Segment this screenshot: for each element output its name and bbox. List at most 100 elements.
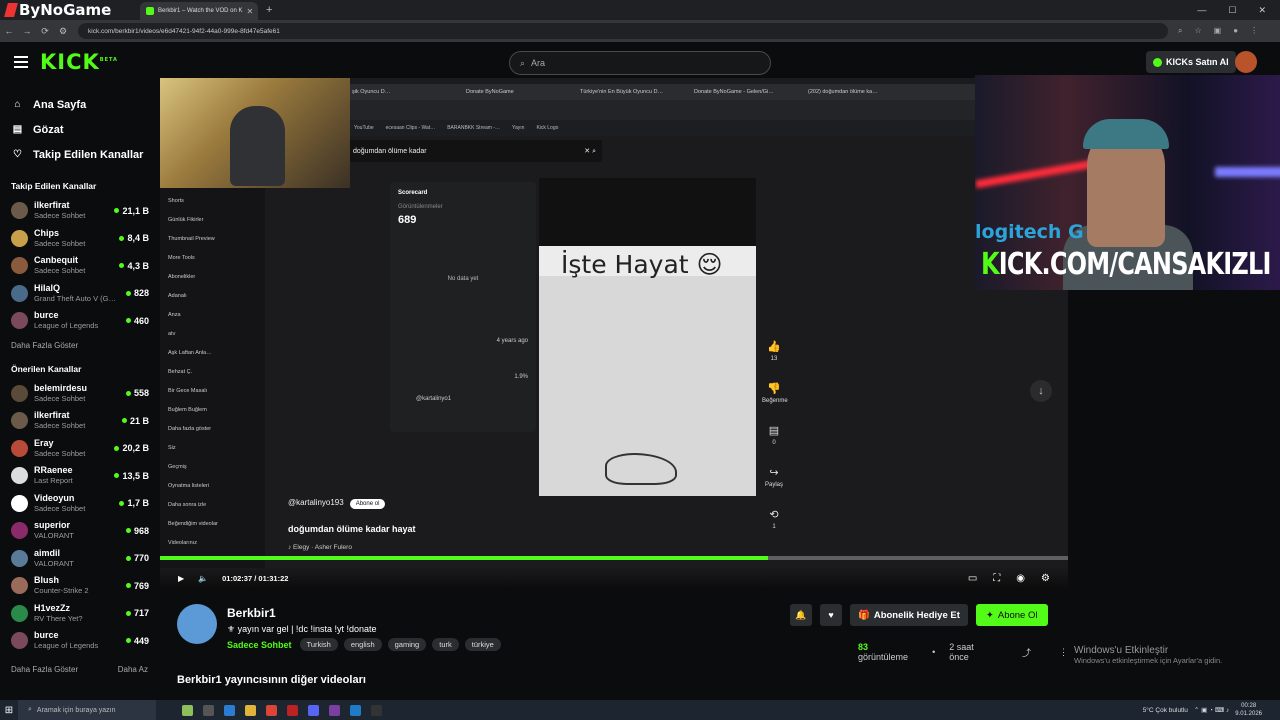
url-field[interactable]: kick.com/berkbir1/videos/e6d47421-94f2-4… — [78, 23, 1168, 39]
hamburger-menu-icon[interactable] — [14, 56, 28, 68]
weather[interactable]: 5°C Çok bulutlu — [1143, 707, 1188, 714]
site-info-icon[interactable]: ⚙ — [54, 26, 72, 37]
channel-avatar[interactable] — [177, 604, 217, 644]
scorecard-user: @kartalinyo1 — [416, 396, 452, 402]
channel-item[interactable]: HilalQ Grand Theft Auto V (G… 828 — [0, 280, 158, 308]
follow-heart-icon[interactable]: ♥ — [820, 604, 842, 626]
streamer-figure — [230, 106, 285, 186]
channel-item[interactable]: superior VALORANT 968 — [0, 517, 158, 545]
nav-label: Takip Edilen Kanallar — [33, 148, 144, 161]
extensions-icon[interactable]: ▣ — [1214, 26, 1222, 36]
taskbar-search[interactable]: ⌕ Aramak için buraya yazın — [18, 700, 156, 720]
notification-bell-icon[interactable]: 🔔 — [790, 604, 812, 626]
tag-chip[interactable]: turk — [432, 638, 459, 651]
progress-bar[interactable] — [160, 556, 1068, 560]
channel-category: Sadece Sohbet — [34, 238, 86, 248]
pip-icon[interactable]: ◉ — [1016, 573, 1025, 584]
steam-icon[interactable] — [350, 704, 361, 716]
live-dot-icon — [125, 555, 131, 561]
live-dot-icon — [125, 528, 131, 534]
live-dot-icon — [125, 390, 131, 396]
tag-chip[interactable]: english — [343, 638, 382, 651]
window-controls: — ☐ ✕ — [1197, 5, 1280, 16]
app-icon[interactable] — [329, 704, 340, 716]
back-icon[interactable]: ← — [0, 26, 18, 36]
rail-label: Paylaş — [764, 482, 783, 488]
channel-item[interactable]: Eray Sadece Sohbet 20,2 B — [0, 435, 158, 463]
reload-icon[interactable]: ⟳ — [36, 26, 54, 37]
theater-icon[interactable]: ▭ — [968, 573, 977, 584]
obs-icon[interactable] — [287, 704, 298, 716]
video-player[interactable]: şik Oyuncu D… Donate ByNoGame Türkiye'nin … — [160, 78, 1068, 590]
channel-item[interactable]: ilkerfirat Sadece Sohbet 21,1 B — [0, 197, 158, 225]
subscribe-button[interactable]: ✦ Abone Ol — [975, 604, 1048, 626]
channel-item[interactable]: RRaenee Last Report 13,5 B — [0, 462, 158, 490]
category-link[interactable]: Sadece Sohbet — [227, 640, 292, 650]
tray-icons[interactable]: ⌃ ▣ ◔ ⌨ ♪ — [1194, 706, 1229, 714]
settings-icon[interactable]: ⚙ — [1041, 573, 1050, 584]
user-avatar[interactable] — [1235, 51, 1257, 73]
maximize-icon[interactable]: ☐ — [1228, 5, 1236, 16]
share-icon[interactable]: ⤴ — [1022, 646, 1031, 659]
channel-item[interactable]: belemirdesu Sadece Sohbet 558 — [0, 380, 158, 408]
new-tab-button[interactable]: + — [258, 4, 280, 16]
nav-home[interactable]: ⌂ Ana Sayfa — [12, 92, 158, 117]
inner-address-bar — [350, 100, 1068, 120]
nav-following[interactable]: ♡ Takip Edilen Kanallar — [12, 142, 158, 167]
forward-icon[interactable]: → — [18, 26, 36, 36]
channel-item[interactable]: Videoyun Sadece Sohbet 1,7 B — [0, 490, 158, 518]
views-count: 83 — [858, 642, 869, 652]
fullscreen-icon[interactable]: ⛶ — [993, 573, 1000, 584]
profile-icon[interactable]: ● — [1233, 26, 1238, 36]
scorecard-panel: Scorecard Görüntülenmeler 689 No data ye… — [390, 182, 536, 432]
channel-item[interactable]: Chips Sadece Sohbet 8,4 B — [0, 225, 158, 253]
channel-item[interactable]: Canbequit Sadece Sohbet 4,3 B — [0, 252, 158, 280]
viewer-count: 8,4 B — [119, 233, 149, 243]
bookmark-star-icon[interactable]: ☆ — [1194, 26, 1201, 36]
search-input[interactable]: ⌕ Ara — [509, 51, 771, 75]
tag-chip[interactable]: türkiye — [464, 638, 501, 651]
channel-item[interactable]: Blush Counter-Strike 2 769 — [0, 572, 158, 600]
time-total: 01:31:22 — [258, 573, 289, 583]
terminal-icon[interactable] — [371, 704, 382, 716]
channel-item[interactable]: burce League of Legends 460 — [0, 307, 158, 335]
channel-name[interactable]: Berkbir1 — [227, 606, 276, 620]
channel-avatar — [11, 312, 28, 330]
minimize-icon[interactable]: — — [1197, 5, 1206, 16]
close-window-icon[interactable]: ✕ — [1258, 5, 1266, 16]
widget-icon[interactable] — [182, 704, 193, 716]
start-icon[interactable]: ⊞ — [0, 705, 18, 716]
channel-category: League of Legends — [34, 321, 99, 331]
browser-tab-active[interactable]: Berkbir1 – Watch the VOD on K ✕ — [140, 2, 258, 20]
close-tab-icon[interactable]: ✕ — [246, 7, 253, 16]
discord-icon[interactable] — [308, 704, 319, 716]
menu-icon[interactable]: ⋮ — [1250, 26, 1258, 36]
browse-icon: ▤ — [12, 124, 23, 135]
show-less[interactable]: Daha Az — [118, 665, 148, 674]
nav-browse[interactable]: ▤ Gözat — [12, 117, 158, 142]
gift-sub-button[interactable]: 🎁 Abonelik Hediye Et — [850, 604, 968, 626]
volume-icon[interactable]: 🔈 — [198, 574, 208, 583]
zoom-icon[interactable]: ⌕ — [1178, 26, 1182, 36]
channel-item[interactable]: burce League of Legends 449 — [0, 627, 158, 655]
scorecard-nodata: No data yet — [447, 276, 479, 282]
show-more-recommended[interactable]: Daha Fazla Göster — [11, 665, 78, 674]
viewer-count: 20,2 B — [114, 443, 149, 453]
play-icon[interactable]: ▶ — [178, 574, 184, 583]
clock[interactable]: 00:28 9.01.2026 — [1235, 702, 1262, 718]
tag-chip[interactable]: Turkish — [299, 638, 338, 651]
kick-logo[interactable]: KICKBETA — [40, 50, 118, 74]
buy-kicks-button[interactable]: KICKs Satın Al — [1146, 51, 1236, 73]
channel-item[interactable]: aimdil VALORANT 770 — [0, 545, 158, 573]
tag-chip[interactable]: gaming — [387, 638, 427, 651]
stream-url-text: ICK.COM/CANSAKIZLI — [998, 247, 1272, 282]
task-view-icon[interactable] — [203, 704, 214, 716]
channel-text: Blush Counter-Strike 2 — [34, 575, 126, 596]
edge-icon[interactable] — [224, 704, 235, 716]
show-more-followed[interactable]: Daha Fazla Göster — [0, 335, 158, 356]
channel-item[interactable]: ilkerfirat Sadece Sohbet 21 B — [0, 407, 158, 435]
explorer-icon[interactable] — [245, 704, 256, 716]
more-options-icon[interactable]: ⋮ — [1059, 647, 1068, 658]
channel-item[interactable]: H1vezZz RV There Yet? 717 — [0, 600, 158, 628]
chrome-icon[interactable] — [266, 704, 277, 716]
